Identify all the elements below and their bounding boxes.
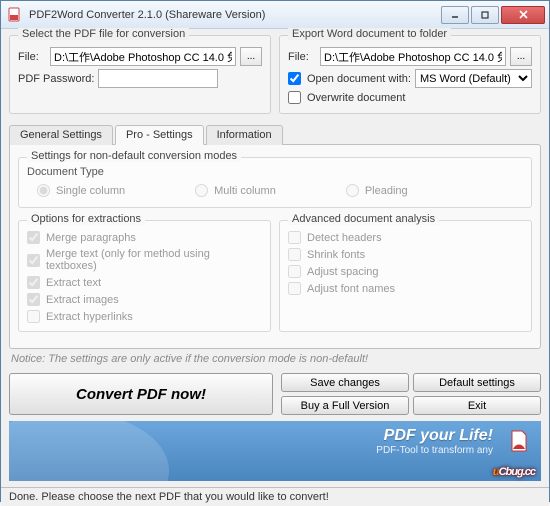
export-file-label: File:	[288, 51, 316, 63]
statusbar: Done. Please choose the next PDF that yo…	[1, 487, 549, 506]
check-merge-text[interactable]: Merge text (only for method using textbo…	[27, 248, 262, 272]
tabstrip: General Settings Pro - Settings Informat…	[9, 125, 541, 145]
check-extract-images[interactable]: Extract images	[27, 293, 262, 306]
banner-subtitle: PDF-Tool to transform any	[376, 445, 493, 456]
radio-single-column[interactable]: Single column	[37, 184, 125, 197]
check-extract-text[interactable]: Extract text	[27, 276, 262, 289]
select-pdf-group: Select the PDF file for conversion File:…	[9, 35, 271, 114]
close-button[interactable]	[501, 6, 545, 24]
notice-text: Notice: The settings are only active if …	[11, 353, 539, 365]
check-merge-paragraphs[interactable]: Merge paragraphs	[27, 231, 262, 244]
extraction-legend: Options for extractions	[27, 213, 145, 225]
analysis-legend: Advanced document analysis	[288, 213, 439, 225]
open-with-select[interactable]: MS Word (Default)	[415, 69, 532, 88]
watermark: uCbug.cc	[493, 455, 535, 481]
check-shrink-fonts[interactable]: Shrink fonts	[288, 248, 523, 261]
file-label: File:	[18, 51, 46, 63]
document-type-label: Document Type	[27, 166, 523, 178]
check-extract-hyperlinks[interactable]: Extract hyperlinks	[27, 310, 262, 323]
browse-input-button[interactable]: ...	[240, 47, 262, 66]
app-window: PDF2Word Converter 2.1.0 (Shareware Vers…	[0, 0, 550, 502]
advanced-analysis-group: Advanced document analysis Detect header…	[279, 220, 532, 332]
export-folder-group: Export Word document to folder File: ...…	[279, 35, 541, 114]
non-default-legend: Settings for non-default conversion mode…	[27, 150, 241, 162]
browse-output-button[interactable]: ...	[510, 47, 532, 66]
output-folder-field[interactable]	[320, 47, 506, 66]
check-adjust-spacing[interactable]: Adjust spacing	[288, 265, 523, 278]
window-title: PDF2Word Converter 2.1.0 (Shareware Vers…	[29, 9, 439, 21]
check-detect-headers[interactable]: Detect headers	[288, 231, 523, 244]
buy-full-version-button[interactable]: Buy a Full Version	[281, 396, 409, 415]
tab-pro-settings[interactable]: Pro - Settings	[115, 125, 204, 145]
default-settings-button[interactable]: Default settings	[413, 373, 541, 392]
extraction-options-group: Options for extractions Merge paragraphs…	[18, 220, 271, 332]
promo-banner: PDF your Life! PDF-Tool to transform any…	[9, 421, 541, 481]
convert-button[interactable]: Convert PDF now!	[9, 373, 273, 415]
export-folder-legend: Export Word document to folder	[288, 28, 451, 40]
exit-button[interactable]: Exit	[413, 396, 541, 415]
app-icon	[7, 7, 23, 23]
select-pdf-legend: Select the PDF file for conversion	[18, 28, 189, 40]
overwrite-label: Overwrite document	[307, 92, 405, 104]
pro-settings-panel: Settings for non-default conversion mode…	[9, 144, 541, 349]
tab-information[interactable]: Information	[206, 125, 283, 145]
titlebar: PDF2Word Converter 2.1.0 (Shareware Vers…	[1, 1, 549, 29]
save-changes-button[interactable]: Save changes	[281, 373, 409, 392]
open-with-check[interactable]	[288, 72, 301, 85]
tab-general-settings[interactable]: General Settings	[9, 125, 113, 145]
pdf-password-field[interactable]	[98, 69, 218, 88]
open-with-label: Open document with:	[307, 73, 411, 85]
input-pdf-file[interactable]	[50, 47, 236, 66]
pdf-password-label: PDF Password:	[18, 73, 94, 85]
pdf-icon	[507, 429, 531, 453]
maximize-button[interactable]	[471, 6, 499, 24]
minimize-button[interactable]	[441, 6, 469, 24]
radio-pleading[interactable]: Pleading	[346, 184, 408, 197]
banner-title: PDF your Life!	[384, 427, 493, 445]
overwrite-check[interactable]	[288, 91, 301, 104]
radio-multi-column[interactable]: Multi column	[195, 184, 276, 197]
non-default-settings-group: Settings for non-default conversion mode…	[18, 157, 532, 208]
overwrite-checkbox[interactable]: Overwrite document	[288, 91, 405, 104]
open-with-checkbox[interactable]: Open document with:	[288, 72, 411, 85]
check-adjust-font-names[interactable]: Adjust font names	[288, 282, 523, 295]
